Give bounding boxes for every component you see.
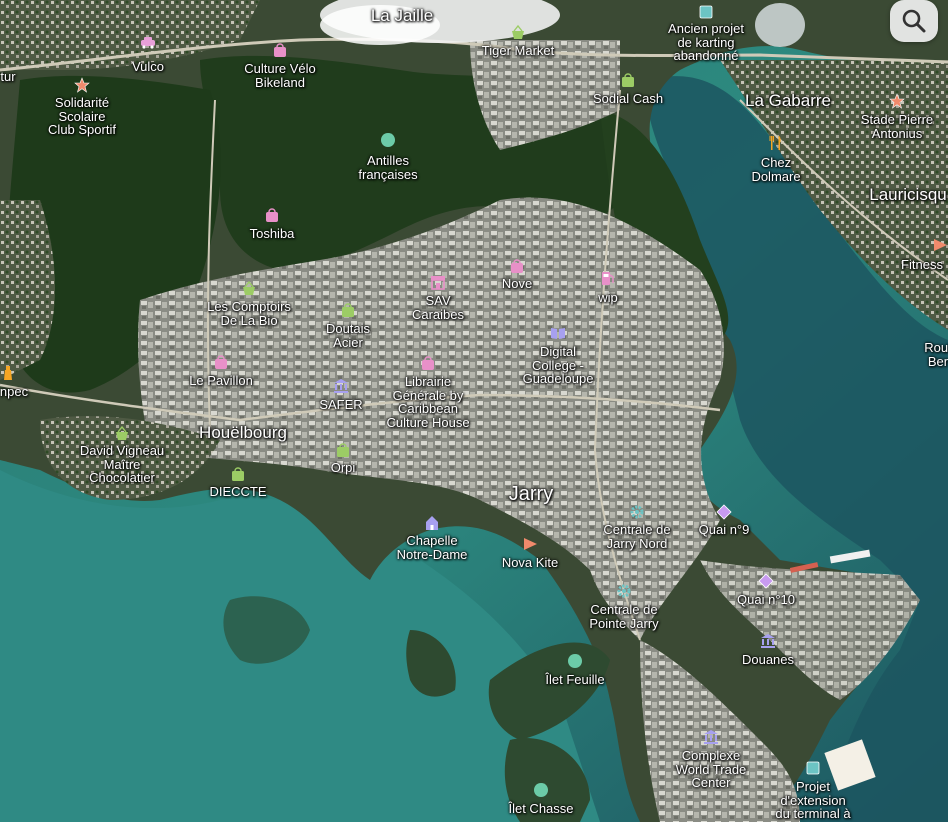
district-houelbourg: Houëlbourg	[199, 423, 287, 442]
bank-icon[interactable]	[333, 378, 349, 394]
poi-label-tur[interactable]: tur	[0, 70, 15, 84]
book-icon[interactable]	[550, 325, 566, 341]
bag-icon[interactable]	[335, 442, 351, 458]
search-button[interactable]	[890, 0, 938, 42]
poi-label-digital-college[interactable]: Digital College - Guadeloupe	[523, 345, 594, 386]
poi-label-ancien-karting[interactable]: Ancien projet de karting abandonné	[668, 22, 744, 63]
bottle-icon[interactable]	[0, 365, 16, 381]
shopping-bag-icon[interactable]	[272, 42, 288, 58]
square-icon[interactable]	[805, 760, 821, 776]
cloud	[755, 3, 805, 47]
shopping-bag-icon[interactable]	[509, 258, 525, 274]
bag-icon[interactable]	[340, 302, 356, 318]
diamond-icon[interactable]	[716, 504, 732, 520]
shopping-bag-icon[interactable]	[264, 207, 280, 223]
poi-label-culture-velo[interactable]: Culture Vélo Bikeland	[244, 62, 316, 89]
diamond-icon[interactable]	[758, 573, 774, 589]
poi-label-safer[interactable]: SAFER	[319, 398, 362, 412]
leaf-icon[interactable]	[533, 782, 549, 798]
leaf-icon[interactable]	[567, 653, 583, 669]
basket-icon[interactable]	[241, 280, 257, 296]
poi-label-centrale-pointe-jarry[interactable]: Centrale de Pointe Jarry	[589, 603, 658, 630]
poi-label-sav-caraibes[interactable]: SAV Caraibes	[412, 294, 464, 321]
poi-label-nova-kite[interactable]: Nova Kite	[502, 556, 558, 570]
car-icon[interactable]	[140, 34, 156, 50]
poi-label-vulco[interactable]: Vulco	[132, 60, 164, 74]
poi-label-wip[interactable]: wip	[598, 291, 618, 305]
poi-label-toshiba[interactable]: Toshiba	[250, 227, 295, 241]
square-icon[interactable]	[698, 4, 714, 20]
district-la-gabarre: La Gabarre	[745, 91, 831, 110]
poi-label-orpi[interactable]: Orpi	[331, 461, 356, 475]
poi-label-sodial[interactable]: Sodial Cash	[593, 92, 663, 106]
bank-icon[interactable]	[760, 633, 776, 649]
store-icon[interactable]	[430, 274, 446, 290]
poi-label-doutais[interactable]: Doutais Acier	[326, 322, 370, 349]
poi-label-tiger-market[interactable]: Tiger Market	[482, 44, 554, 58]
poi-label-comptoirs[interactable]: Les Comptoirs De La Bio	[207, 300, 291, 327]
poi-label-le-pavillon[interactable]: Le Pavillon	[189, 374, 253, 388]
fork-knife-icon[interactable]	[768, 135, 784, 151]
leaf-icon[interactable]	[380, 132, 396, 148]
star-icon[interactable]	[74, 77, 90, 93]
gear-icon[interactable]	[616, 583, 632, 599]
district-la-jaille: La Jaille	[370, 6, 434, 25]
map-background	[0, 0, 948, 822]
basket-icon[interactable]	[510, 24, 526, 40]
district-jarry: Jarry	[508, 483, 554, 505]
star-icon[interactable]	[889, 93, 905, 109]
bank-icon[interactable]	[703, 729, 719, 745]
poi-label-douanes[interactable]: Douanes	[742, 653, 794, 667]
poi-label-quai-10[interactable]: Quai n°10	[737, 593, 795, 607]
basket-icon[interactable]	[114, 425, 130, 441]
bag-icon[interactable]	[230, 466, 246, 482]
poi-label-nove[interactable]: Nove	[502, 277, 532, 291]
satellite-map[interactable]: La Jaille La Gabarre Houëlbourg Jarry La…	[0, 0, 948, 822]
district-lauricisque: Lauricisqu	[869, 185, 947, 204]
search-icon	[902, 9, 926, 33]
shopping-bag-icon[interactable]	[420, 355, 436, 371]
triangle-icon[interactable]	[932, 237, 948, 253]
church-icon[interactable]	[424, 515, 440, 531]
poi-label-david-vigneau[interactable]: David Vigneau Maître Chocolatier	[80, 444, 164, 485]
poi-label-solidarite[interactable]: Solidarité Scolaire Club Sportif	[48, 96, 116, 137]
poi-label-dieccte[interactable]: DIECCTE	[209, 485, 266, 499]
poi-label-complexe-wtc[interactable]: Complexe World Trade Center	[676, 749, 747, 790]
triangle-icon[interactable]	[522, 536, 538, 552]
gear-icon[interactable]	[629, 504, 645, 520]
shopping-bag-icon[interactable]	[213, 354, 229, 370]
poi-label-fitness[interactable]: Fitness	[901, 258, 943, 272]
bag-icon[interactable]	[620, 72, 636, 88]
poi-label-rout-ber[interactable]: Rout Ber	[924, 341, 948, 368]
poi-label-npec[interactable]: npec	[0, 385, 28, 399]
poi-label-chez-dolmare[interactable]: Chez Dolmare	[751, 156, 800, 183]
poi-label-stade-pierre[interactable]: Stade Pierre Antonius	[861, 113, 933, 140]
poi-label-quai-9[interactable]: Quai n°9	[699, 523, 750, 537]
poi-label-ilet-feuille[interactable]: Îlet Feuille	[545, 673, 604, 687]
poi-label-librairie[interactable]: Librairie Générale by Caribbean Culture …	[386, 375, 469, 430]
poi-label-projet-extension[interactable]: Projet d'extension du terminal à contene…	[775, 780, 850, 822]
poi-label-ilet-chasse[interactable]: Îlet Chasse	[508, 802, 573, 816]
poi-label-centrale-jarry-nord[interactable]: Centrale de Jarry Nord	[603, 523, 670, 550]
poi-label-chapelle[interactable]: Chapelle Notre-Dame	[397, 534, 468, 561]
poi-label-antilles[interactable]: Antilles françaises	[358, 154, 417, 181]
fuel-icon[interactable]	[600, 270, 616, 286]
